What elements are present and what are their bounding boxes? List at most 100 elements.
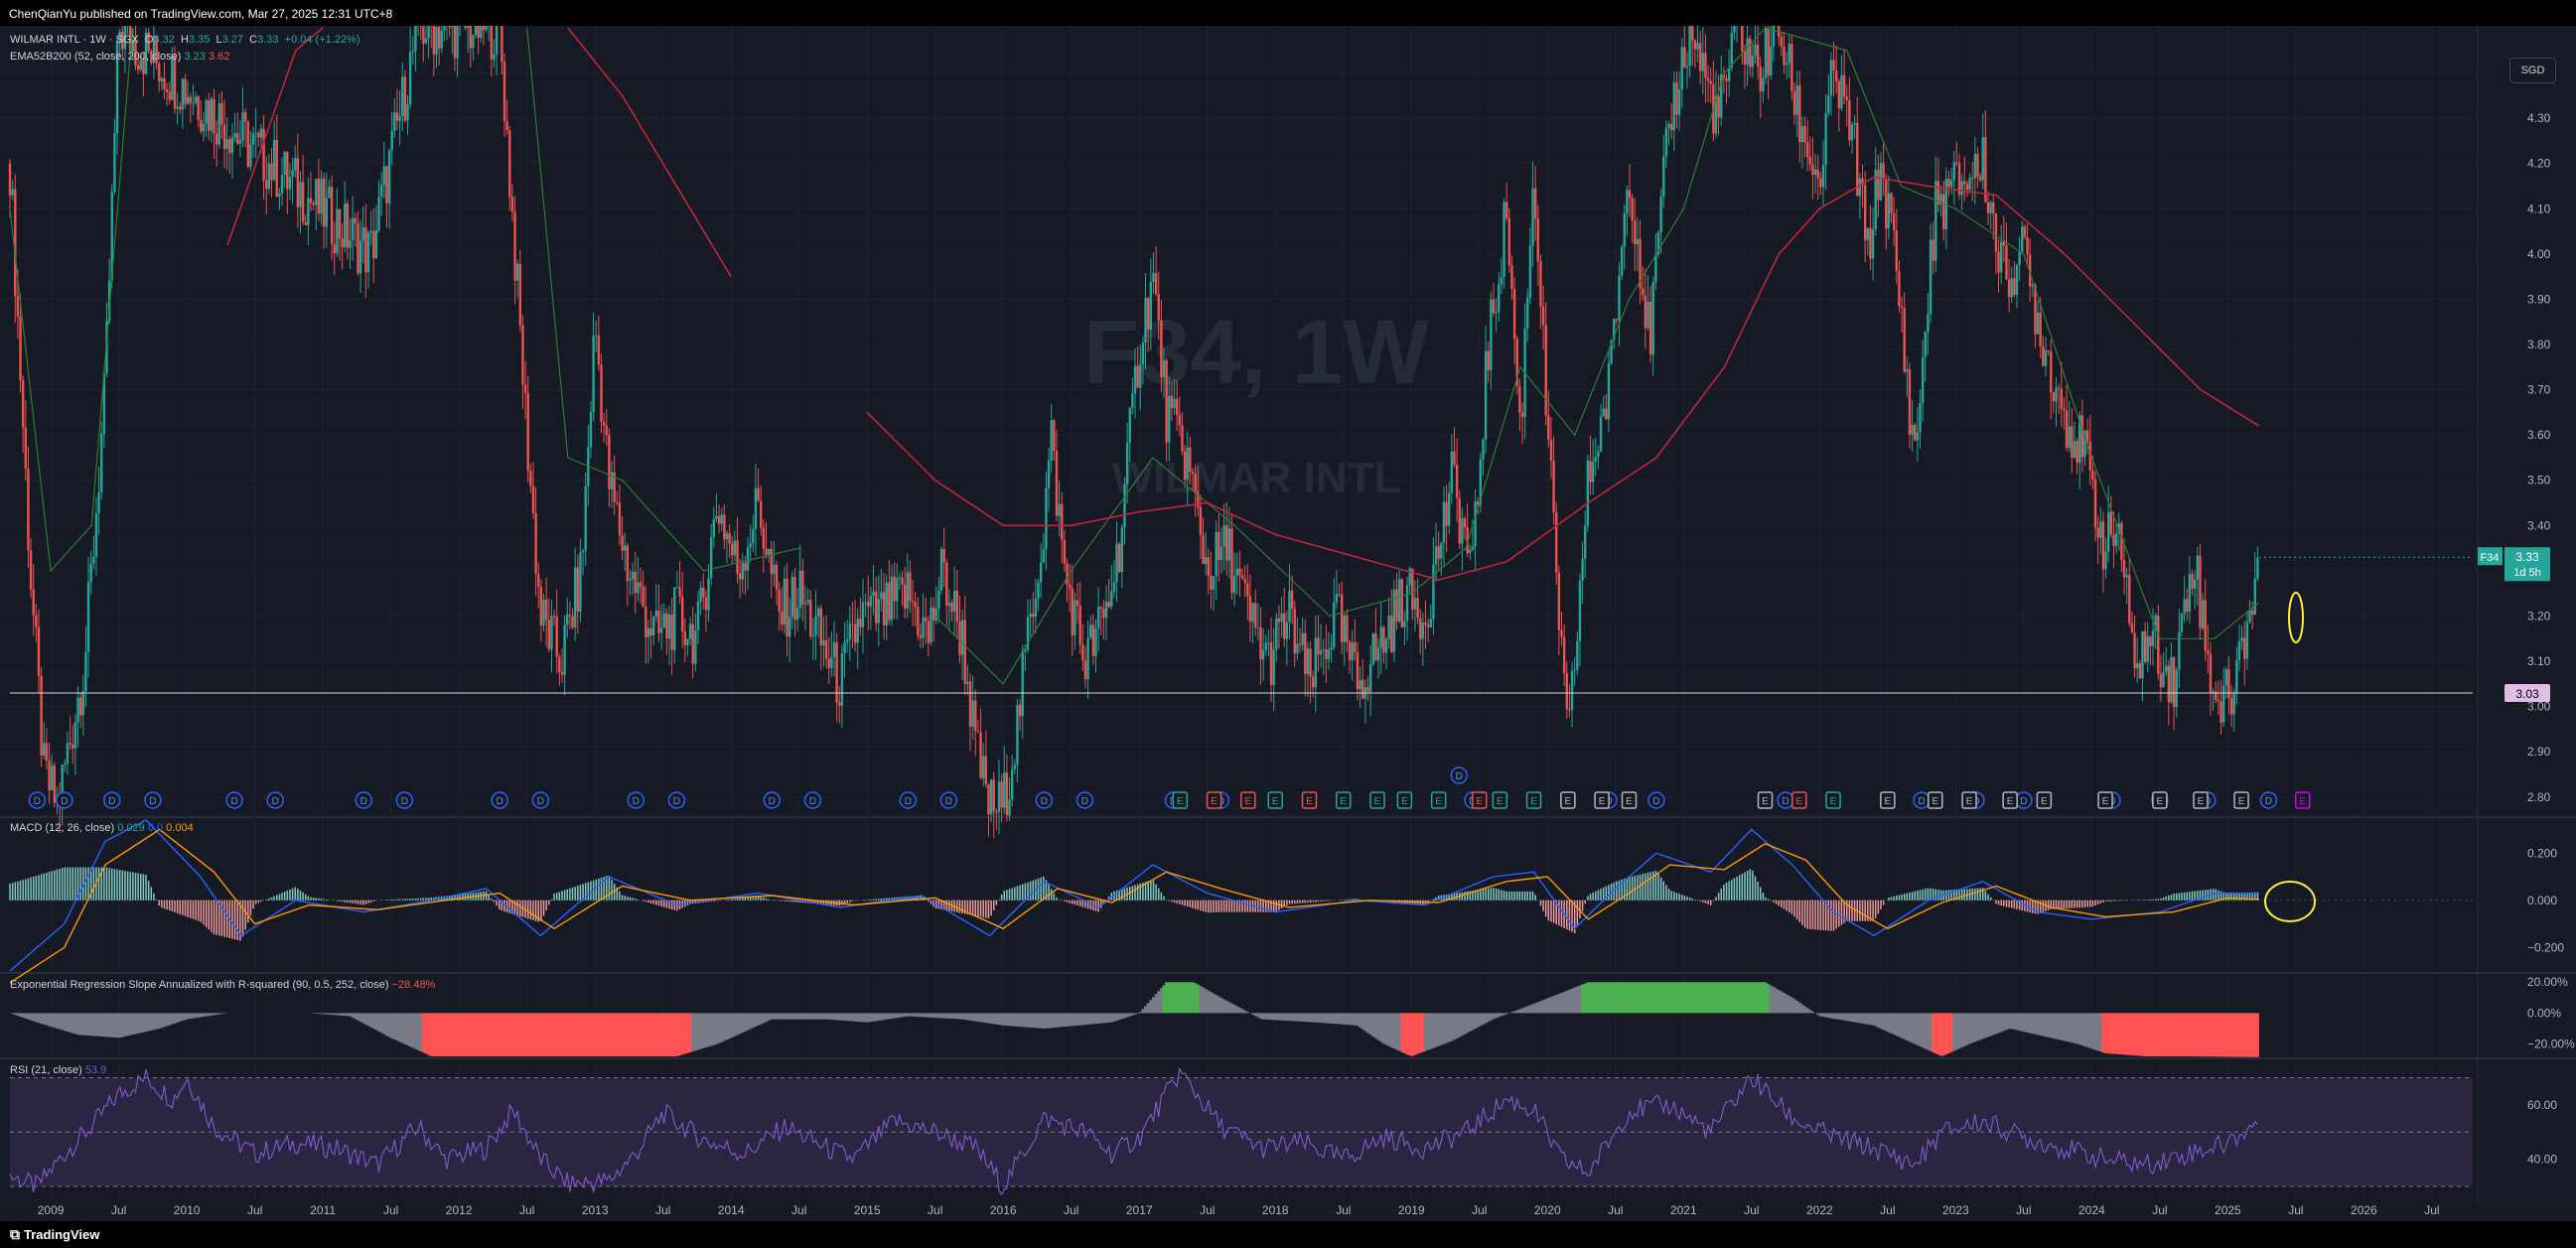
- candle-body: [228, 139, 231, 154]
- dividend-label: D: [905, 796, 912, 807]
- rsi-legend[interactable]: RSI (21, close) 53.9: [10, 1064, 106, 1076]
- candle-body: [888, 582, 891, 621]
- candle-body: [432, 24, 436, 55]
- candle-body: [552, 616, 556, 618]
- candle-body: [733, 540, 737, 556]
- candle-body: [1212, 576, 1216, 590]
- x-tick-label: Jul: [2152, 1203, 2167, 1217]
- candle-body: [1325, 648, 1328, 659]
- candle-body: [568, 615, 572, 617]
- candle-body: [19, 316, 22, 381]
- macd-legend[interactable]: MACD (12, 26, close) 0.029 0.0 0.004: [10, 822, 194, 834]
- candle-body: [1986, 202, 1990, 213]
- candle-body: [1419, 618, 1422, 639]
- candle-body: [474, 5, 478, 36]
- ema-legend[interactable]: EMA52B200 (52, close, 200, close) 3.23 3…: [10, 51, 229, 63]
- candle-body: [2193, 579, 2197, 589]
- x-tick-label: Jul: [1064, 1203, 1078, 1217]
- candle-body: [387, 150, 391, 204]
- candle-body: [27, 469, 30, 551]
- candle-body: [113, 133, 116, 193]
- macd-pane: [9, 819, 2473, 984]
- dividend-marker: D: [491, 791, 509, 809]
- candle-body: [1319, 649, 1323, 655]
- candle-body: [680, 596, 684, 632]
- candle-body: [1498, 284, 1501, 313]
- regression-pane: [11, 982, 2259, 1057]
- candle-body: [1283, 613, 1286, 639]
- candle-body: [1981, 137, 1984, 181]
- earnings-label: E: [1340, 796, 1347, 807]
- earnings-marker: E: [1172, 791, 1189, 809]
- price-tick-label: 4.20: [2527, 157, 2551, 171]
- candle-body: [398, 115, 401, 121]
- candle-body: [1346, 615, 1349, 642]
- candle-body: [2125, 575, 2128, 578]
- candle-body: [1634, 220, 1637, 244]
- candle-body: [50, 765, 54, 790]
- candle-body: [16, 296, 20, 317]
- candle-body: [275, 140, 278, 197]
- dividend-label: D: [2020, 796, 2027, 807]
- candle-body: [1504, 202, 1508, 218]
- x-tick-label: 2010: [174, 1203, 201, 1217]
- dividend-marker: D: [225, 791, 243, 809]
- candle-body: [597, 335, 601, 365]
- dividend-marker: D: [803, 791, 822, 809]
- candle-body: [1952, 162, 1955, 181]
- candle-body: [374, 230, 378, 259]
- candle-body: [1664, 127, 1668, 157]
- candle-body: [208, 100, 211, 131]
- candle-body: [1874, 169, 1877, 230]
- candle-body: [1759, 66, 1762, 92]
- candle-body: [414, 15, 417, 52]
- candle-body: [790, 577, 794, 618]
- candle-body: [1484, 350, 1488, 440]
- candle-body: [880, 592, 883, 600]
- candle-body: [767, 549, 771, 555]
- candle-body: [1411, 568, 1414, 610]
- candle-body: [1808, 157, 1812, 165]
- candle-body: [1965, 184, 1969, 190]
- candle-body: [322, 178, 326, 227]
- candle-body: [84, 652, 87, 692]
- candle-body: [1659, 196, 1662, 233]
- symbol-legend[interactable]: WILMAR INTL · 1W · SGX O3.32 H3.35 L3.27…: [10, 34, 360, 46]
- candle-body: [456, 13, 459, 59]
- publisher-bar: ChenQianYu published on TradingView.com,…: [0, 0, 2576, 26]
- earnings-marker: E: [2152, 791, 2168, 809]
- candle-body: [927, 621, 930, 643]
- candle-body: [1701, 53, 1705, 71]
- candle-body: [1906, 369, 1909, 372]
- candle-body: [2021, 226, 2024, 252]
- candle-body: [675, 587, 679, 589]
- candle-body: [1429, 619, 1432, 627]
- price-tick-label: 4.00: [2527, 247, 2551, 261]
- regression-legend[interactable]: Exponential Regression Slope Annualized …: [10, 979, 435, 991]
- price-tick-label: 3.50: [2527, 474, 2551, 487]
- candle-body: [1911, 425, 1914, 435]
- x-tick-label: Jul: [1472, 1203, 1487, 1217]
- candle-body: [453, 16, 457, 59]
- candle-body: [2170, 656, 2173, 703]
- candle-body: [947, 603, 951, 606]
- candle-body: [1141, 343, 1145, 364]
- currency-button[interactable]: SGD: [2509, 58, 2556, 83]
- chart-area[interactable]: F34, 1W WILMAR INTL DDDDDDDDDDDDDDDDDDDD…: [0, 0, 2576, 1221]
- candle-body: [2114, 533, 2118, 546]
- candle-body: [997, 781, 1001, 812]
- candle-body: [1997, 251, 2000, 273]
- candle-body: [1118, 543, 1121, 573]
- symbol-name: WILMAR INTL · 1W · SGX: [10, 34, 139, 46]
- candle-body: [2007, 279, 2011, 298]
- chart-canvas[interactable]: F34, 1W WILMAR INTL DDDDDDDDDDDDDDDDDDDD…: [0, 0, 2576, 1221]
- candle-body: [1805, 142, 1809, 158]
- candle-body: [1531, 188, 1534, 246]
- candle-body: [215, 133, 218, 145]
- candle-body: [299, 182, 302, 208]
- candle-body: [2026, 236, 2029, 255]
- candle-body: [236, 133, 239, 144]
- tradingview-logo[interactable]: ⧉ TradingView: [10, 1226, 99, 1243]
- change-value: +0.04 (+1.22%): [284, 34, 360, 46]
- candle-body: [1232, 576, 1236, 594]
